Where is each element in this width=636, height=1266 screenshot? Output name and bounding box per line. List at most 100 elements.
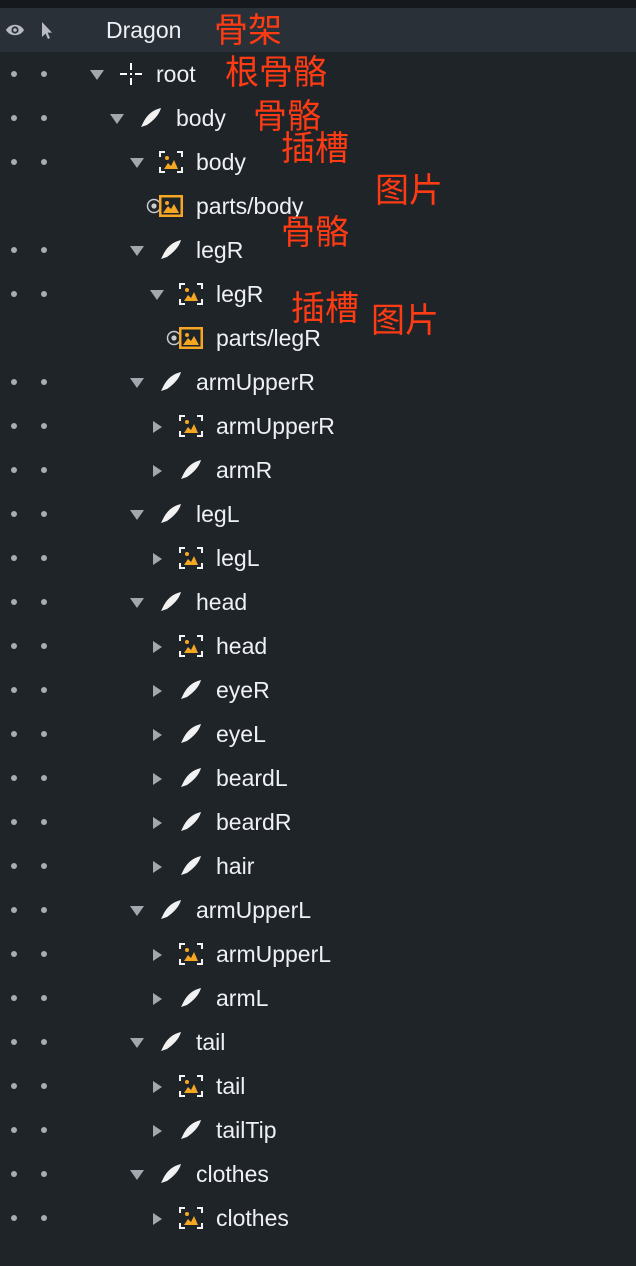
visibility-toggle[interactable] <box>11 1083 17 1089</box>
chevron-down-icon[interactable] <box>90 68 104 80</box>
tree-row-bone[interactable]: armR <box>0 448 636 492</box>
selectable-toggle[interactable] <box>41 775 47 781</box>
visibility-toggle[interactable] <box>11 247 17 253</box>
visibility-toggle[interactable] <box>11 775 17 781</box>
visibility-toggle[interactable] <box>11 467 17 473</box>
visibility-toggle[interactable] <box>11 1039 17 1045</box>
chevron-down-icon[interactable] <box>130 376 144 388</box>
tree-row-bone[interactable]: clothes <box>0 1152 636 1196</box>
tree-row-slot[interactable]: clothes <box>0 1196 636 1240</box>
selectable-toggle[interactable] <box>41 1171 47 1177</box>
chevron-down-icon[interactable] <box>110 112 124 124</box>
selectable-toggle[interactable] <box>41 159 47 165</box>
chevron-down-icon[interactable] <box>130 244 144 256</box>
selectable-toggle[interactable] <box>41 467 47 473</box>
visibility-toggle[interactable] <box>11 511 17 517</box>
chevron-right-icon[interactable] <box>150 420 164 433</box>
tree-row-bone[interactable]: tail <box>0 1020 636 1064</box>
visibility-toggle[interactable] <box>11 863 17 869</box>
selectable-toggle[interactable] <box>41 511 47 517</box>
chevron-down-icon[interactable] <box>130 1168 144 1180</box>
selectable-toggle[interactable] <box>41 819 47 825</box>
selectable-toggle[interactable] <box>41 863 47 869</box>
visibility-toggle[interactable] <box>11 71 17 77</box>
visibility-toggle[interactable] <box>11 423 17 429</box>
tree-row-slot[interactable]: armUpperL <box>0 932 636 976</box>
chevron-right-icon[interactable] <box>150 1124 164 1137</box>
visibility-toggle[interactable] <box>11 687 17 693</box>
tree-row-slot[interactable]: legR 插槽 <box>0 272 636 328</box>
tree-row-bone[interactable]: tailTip <box>0 1108 636 1152</box>
selectable-toggle[interactable] <box>41 907 47 913</box>
tree-row-bone[interactable]: armUpperR <box>0 360 636 404</box>
selectable-toggle[interactable] <box>41 1083 47 1089</box>
tree-row-slot[interactable]: legL <box>0 536 636 580</box>
eye-icon[interactable] <box>5 20 25 40</box>
selectable-toggle[interactable] <box>41 71 47 77</box>
chevron-right-icon[interactable] <box>150 772 164 785</box>
chevron-right-icon[interactable] <box>150 640 164 653</box>
tree-row-bone[interactable]: head <box>0 580 636 624</box>
tree-row-image[interactable]: parts/legR 图片 <box>0 302 636 360</box>
selectable-toggle[interactable] <box>41 1039 47 1045</box>
tree-row-bone[interactable]: hair <box>0 844 636 888</box>
chevron-right-icon[interactable] <box>150 948 164 961</box>
tree-row-slot[interactable]: head <box>0 624 636 668</box>
tree-row-slot[interactable]: tail <box>0 1064 636 1108</box>
tree-row-bone[interactable]: armUpperL <box>0 888 636 932</box>
selectable-toggle[interactable] <box>41 247 47 253</box>
chevron-down-icon[interactable] <box>130 508 144 520</box>
tree-row-slot[interactable]: armUpperR <box>0 404 636 448</box>
chevron-right-icon[interactable] <box>150 552 164 565</box>
visibility-toggle[interactable] <box>11 1215 17 1221</box>
selectable-toggle[interactable] <box>41 643 47 649</box>
tree-row-root[interactable]: root 根骨骼 <box>0 52 636 96</box>
visibility-toggle[interactable] <box>11 643 17 649</box>
selectable-toggle[interactable] <box>41 423 47 429</box>
selectable-toggle[interactable] <box>41 599 47 605</box>
visibility-toggle[interactable] <box>11 115 17 121</box>
visibility-toggle[interactable] <box>11 819 17 825</box>
visibility-toggle[interactable] <box>11 555 17 561</box>
chevron-down-icon[interactable] <box>130 1036 144 1048</box>
tree-row-bone[interactable]: eyeL <box>0 712 636 756</box>
tree-row-bone[interactable]: legL <box>0 492 636 536</box>
selectable-toggle[interactable] <box>41 731 47 737</box>
tree-header-row[interactable]: Dragon 骨架 <box>0 8 636 52</box>
visibility-toggle[interactable] <box>11 159 17 165</box>
chevron-down-icon[interactable] <box>130 596 144 608</box>
visibility-toggle[interactable] <box>11 731 17 737</box>
chevron-right-icon[interactable] <box>150 1212 164 1225</box>
tree-row-bone[interactable]: beardL <box>0 756 636 800</box>
visibility-toggle[interactable] <box>11 951 17 957</box>
selectable-toggle[interactable] <box>41 555 47 561</box>
tree-row-bone[interactable]: legR 骨骼 <box>0 214 636 272</box>
chevron-right-icon[interactable] <box>150 992 164 1005</box>
cursor-icon[interactable] <box>37 20 57 40</box>
tree-row-slot[interactable]: body 插槽 <box>0 130 636 184</box>
selectable-toggle[interactable] <box>41 1215 47 1221</box>
tree-row-bone[interactable]: eyeR <box>0 668 636 712</box>
selectable-toggle[interactable] <box>41 951 47 957</box>
chevron-right-icon[interactable] <box>150 684 164 697</box>
visibility-toggle[interactable] <box>11 379 17 385</box>
selectable-toggle[interactable] <box>41 687 47 693</box>
chevron-down-icon[interactable] <box>130 904 144 916</box>
selectable-toggle[interactable] <box>41 291 47 297</box>
visibility-toggle[interactable] <box>11 291 17 297</box>
selectable-toggle[interactable] <box>41 995 47 1001</box>
visibility-toggle[interactable] <box>11 907 17 913</box>
visibility-toggle[interactable] <box>11 1171 17 1177</box>
chevron-right-icon[interactable] <box>150 728 164 741</box>
chevron-right-icon[interactable] <box>150 464 164 477</box>
chevron-right-icon[interactable] <box>150 816 164 829</box>
selectable-toggle[interactable] <box>41 115 47 121</box>
selectable-toggle[interactable] <box>41 1127 47 1133</box>
visibility-toggle[interactable] <box>11 599 17 605</box>
chevron-right-icon[interactable] <box>150 860 164 873</box>
tree-row-bone[interactable]: armL <box>0 976 636 1020</box>
chevron-down-icon[interactable] <box>150 288 164 300</box>
tree-row-bone[interactable]: beardR <box>0 800 636 844</box>
visibility-toggle[interactable] <box>11 1127 17 1133</box>
chevron-right-icon[interactable] <box>150 1080 164 1093</box>
